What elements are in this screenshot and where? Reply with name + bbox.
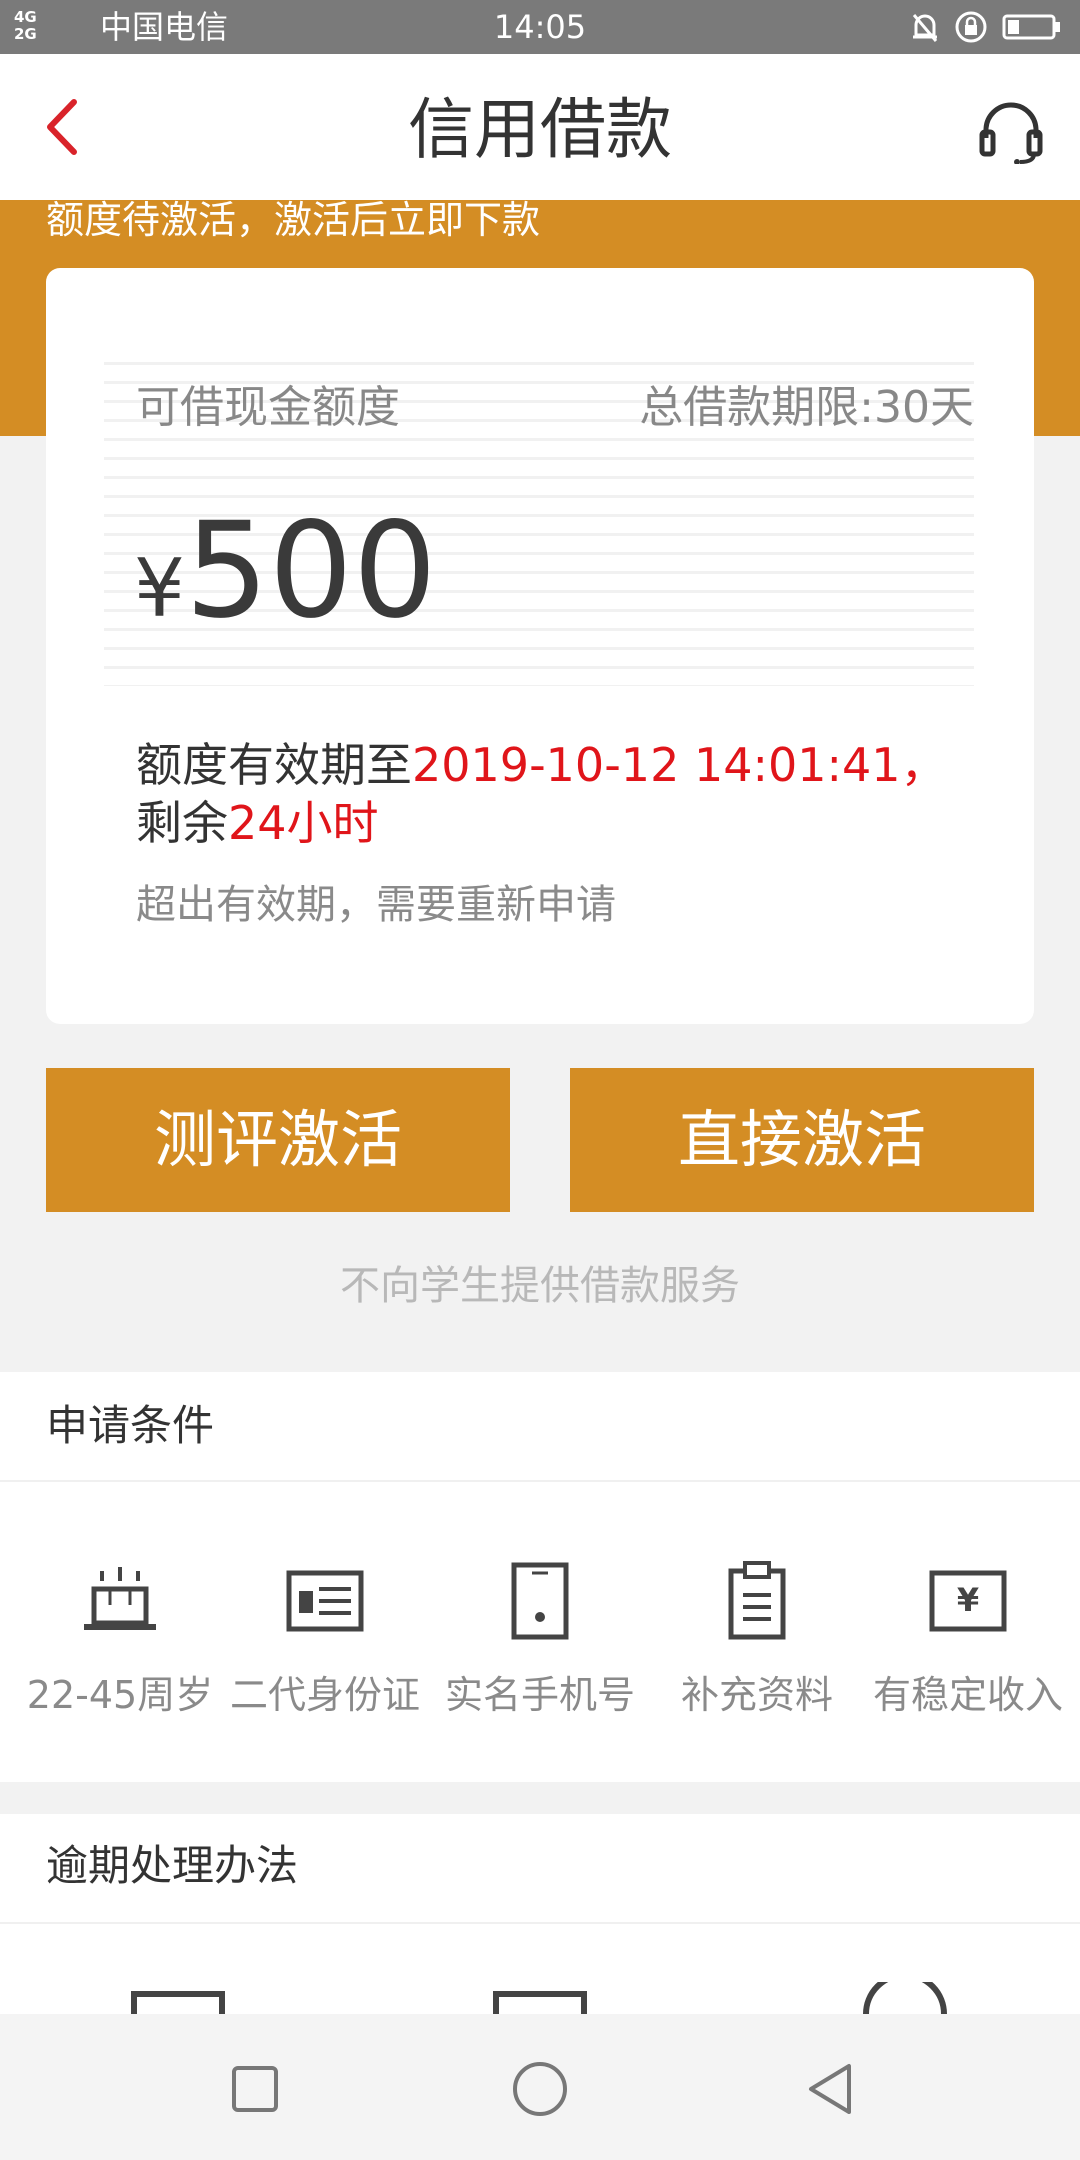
amount-value: 500 <box>184 494 437 648</box>
condition-income: ¥ 有稳定收入 <box>860 1558 1076 1720</box>
id-card-icon <box>286 1570 364 1632</box>
income-icon: ¥ <box>929 1570 1007 1632</box>
direct-activate-button[interactable]: 直接激活 <box>570 1068 1034 1212</box>
birthday-cake-icon <box>84 1567 156 1630</box>
headset-icon[interactable] <box>976 98 1046 164</box>
validity-text: 额度有效期至2019-10-12 14:01:41，剩余24小时 <box>136 738 947 850</box>
currency-symbol: ¥ <box>134 542 185 635</box>
expire-hint: 超出有效期，需要重新申请 <box>136 882 616 928</box>
battery-icon <box>1002 14 1060 40</box>
recent-apps-icon[interactable] <box>220 2054 290 2124</box>
evaluate-activate-button[interactable]: 测评激活 <box>46 1068 510 1212</box>
loan-term: 总借款期限:30天 <box>639 382 974 433</box>
svg-text:¥: ¥ <box>957 1581 979 1619</box>
remaining-time: 24小时 <box>228 796 379 850</box>
app-header: 信用借款 <box>0 54 1080 200</box>
system-nav-bar <box>0 2014 1080 2160</box>
credit-amount: ¥500 <box>134 496 437 646</box>
bell-muted-icon <box>912 14 938 42</box>
back-icon[interactable] <box>795 2054 865 2124</box>
mobile-phone-icon <box>511 1562 569 1640</box>
conditions-title: 申请条件 <box>46 1401 215 1450</box>
activation-notice: 额度待激活，激活后立即下款 <box>46 198 541 242</box>
condition-age: 22-45周岁 <box>12 1558 228 1720</box>
overdue-title: 逾期处理办法 <box>46 1841 299 1890</box>
overdue-section: 逾期处理办法 <box>0 1814 1080 2014</box>
overdue-item-icon-3 <box>863 1982 947 2014</box>
limit-label: 可借现金额度 <box>136 382 400 433</box>
status-bar: 4G 2G 中国电信 14:05 <box>0 0 1080 54</box>
condition-id-card: 二代身份证 <box>217 1558 433 1720</box>
conditions-section: 申请条件 22-45周岁 二代身份证 实名手机号 补充资料 ¥ 有稳定收入 <box>0 1372 1080 1782</box>
rotation-lock-icon <box>955 11 987 43</box>
condition-supplement: 补充资料 <box>649 1558 865 1720</box>
home-icon[interactable] <box>505 2054 575 2124</box>
validity-date: 2019-10-12 14:01:41， <box>412 738 947 792</box>
condition-phone: 实名手机号 <box>432 1558 648 1720</box>
clipboard-icon <box>728 1561 786 1640</box>
overdue-item-icon-1 <box>131 1991 225 2014</box>
no-student-notice: 不向学生提供借款服务 <box>340 1263 740 1309</box>
page-title: 信用借款 <box>408 91 672 168</box>
credit-limit-card: 可借现金额度 总借款期限:30天 ¥500 额度有效期至2019-10-12 1… <box>46 268 1034 1024</box>
overdue-item-icon-2 <box>493 1991 587 2014</box>
